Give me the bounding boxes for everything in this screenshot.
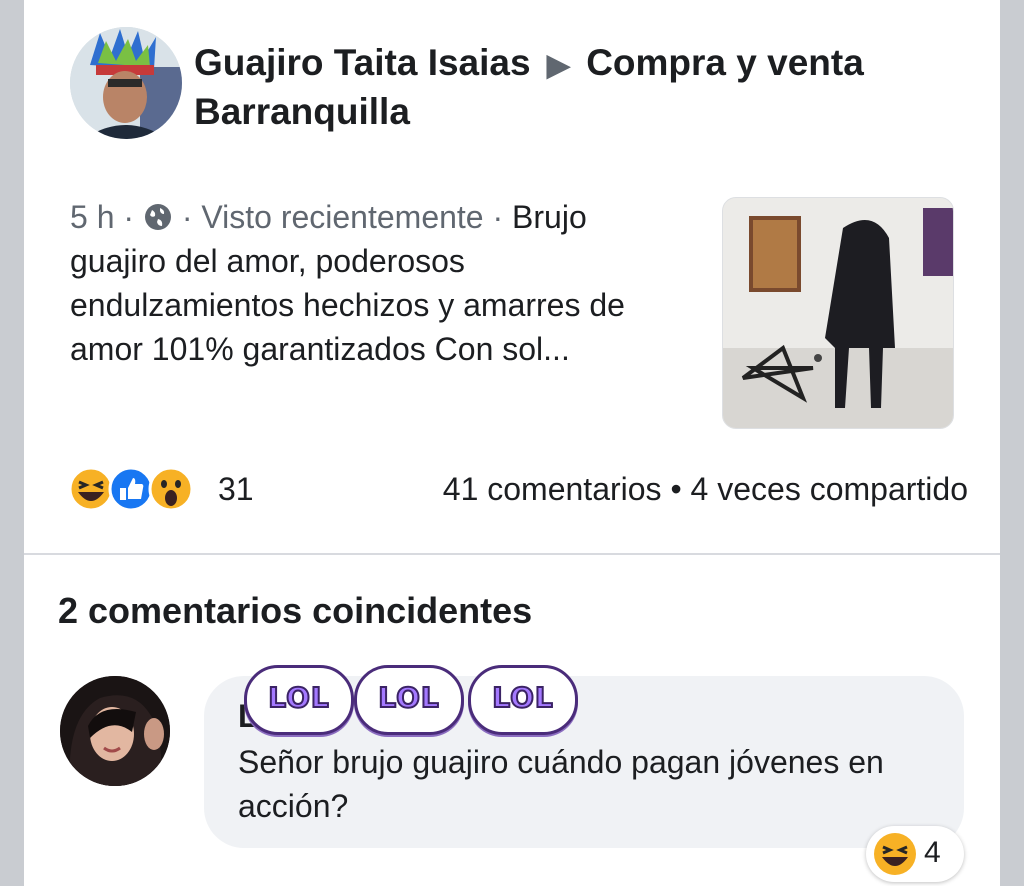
post-time[interactable]: 5 h — [70, 199, 114, 235]
meta-separator: · — [114, 199, 143, 235]
meta-separator: · — [172, 199, 202, 235]
reaction-count[interactable]: 31 — [218, 462, 254, 516]
lol-sticker: LOL — [354, 665, 464, 735]
comments-section-title: 2 comentarios coincidentes — [58, 590, 533, 631]
laugh-icon — [874, 833, 916, 875]
reactions-row: 31 41 comentarios • 4 veces compartido — [68, 462, 968, 516]
lol-stickers: LOL LOL LOL — [244, 665, 604, 745]
comments-count[interactable]: 41 comentarios — [443, 471, 662, 507]
thumbnail-image — [723, 198, 953, 428]
lol-sticker: LOL — [468, 665, 578, 735]
author-avatar[interactable] — [70, 27, 182, 139]
commenter-photo — [60, 676, 170, 786]
globe-icon — [144, 204, 171, 230]
post-thumbnail[interactable] — [722, 197, 954, 429]
author-name[interactable]: Guajiro Taita Isaias — [194, 42, 531, 83]
divider — [24, 553, 1000, 555]
comment-text: Señor brujo guajiro cuándo pagan jóvenes… — [238, 744, 884, 824]
reaction-icons[interactable] — [68, 466, 208, 512]
comment-reaction-count: 4 — [924, 836, 941, 869]
wow-icon — [148, 466, 194, 512]
post-card: Guajiro Taita Isaias ▶ Compra y venta Ba… — [24, 0, 1000, 886]
commenter-avatar[interactable] — [60, 676, 170, 786]
lol-sticker: LOL — [244, 665, 354, 735]
comments-shares: 41 comentarios • 4 veces compartido — [443, 462, 968, 516]
shares-count[interactable]: 4 veces compartido — [691, 471, 968, 507]
post-body[interactable]: 5 h · · Visto recientemente · Brujo guaj… — [70, 195, 680, 371]
dot-separator: • — [670, 471, 691, 507]
shared-to-arrow-icon: ▶ — [546, 49, 570, 82]
author-photo — [70, 27, 182, 139]
meta-separator: · — [483, 199, 513, 235]
seen-label: Visto recientemente — [201, 199, 484, 235]
comment-reaction-badge[interactable]: 4 — [866, 826, 964, 882]
post-header: Guajiro Taita Isaias ▶ Compra y venta Ba… — [194, 40, 954, 135]
